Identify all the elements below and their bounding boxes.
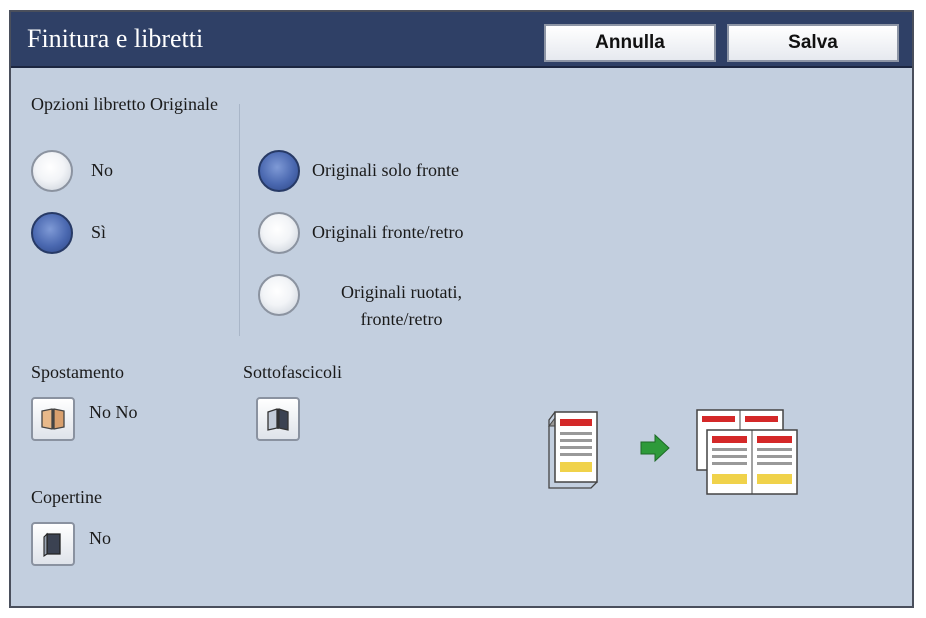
page-title: Finitura e libretti [27, 24, 204, 53]
radio-single-sided-label: Originali solo fronte [312, 160, 459, 180]
radio-rotated-two-sided[interactable] [258, 274, 300, 316]
shift-button[interactable] [31, 397, 75, 441]
sub-sets-heading: Sottofascicoli [243, 362, 342, 382]
title-bar: Finitura e libretti Annulla Salva [11, 12, 912, 68]
radio-rotated-two-sided-label: Originali ruotati, fronte/retro [341, 282, 462, 329]
book-split-icon [267, 408, 289, 431]
radio-two-sided[interactable] [258, 212, 300, 254]
booklet-output-icon [696, 409, 798, 495]
radio-booklet-yes[interactable] [31, 212, 73, 254]
radio-booklet-yes-label: Sì [91, 222, 107, 242]
save-button[interactable]: Salva [727, 24, 899, 62]
section-divider [239, 104, 240, 336]
book-cover-icon [43, 532, 61, 557]
sub-sets-button[interactable] [256, 397, 300, 441]
single-sided-original-icon [548, 411, 598, 489]
radio-two-sided-label: Originali fronte/retro [312, 222, 464, 242]
cancel-button[interactable]: Annulla [544, 24, 716, 62]
arrow-right-icon [640, 433, 670, 463]
finishing-panel: Finitura e libretti Annulla Salva Opzion… [9, 10, 914, 608]
shift-value: No No [89, 402, 138, 422]
book-open-icon [41, 408, 65, 430]
shift-heading: Spostamento [31, 362, 124, 382]
original-booklet-heading: Opzioni libretto Originale [31, 94, 218, 114]
covers-button[interactable] [31, 522, 75, 566]
radio-booklet-no[interactable] [31, 150, 73, 192]
booklet-illustration [548, 409, 798, 495]
radio-single-sided[interactable] [258, 150, 300, 192]
radio-booklet-no-label: No [91, 160, 113, 180]
covers-heading: Copertine [31, 487, 102, 507]
covers-value: No [89, 528, 111, 548]
